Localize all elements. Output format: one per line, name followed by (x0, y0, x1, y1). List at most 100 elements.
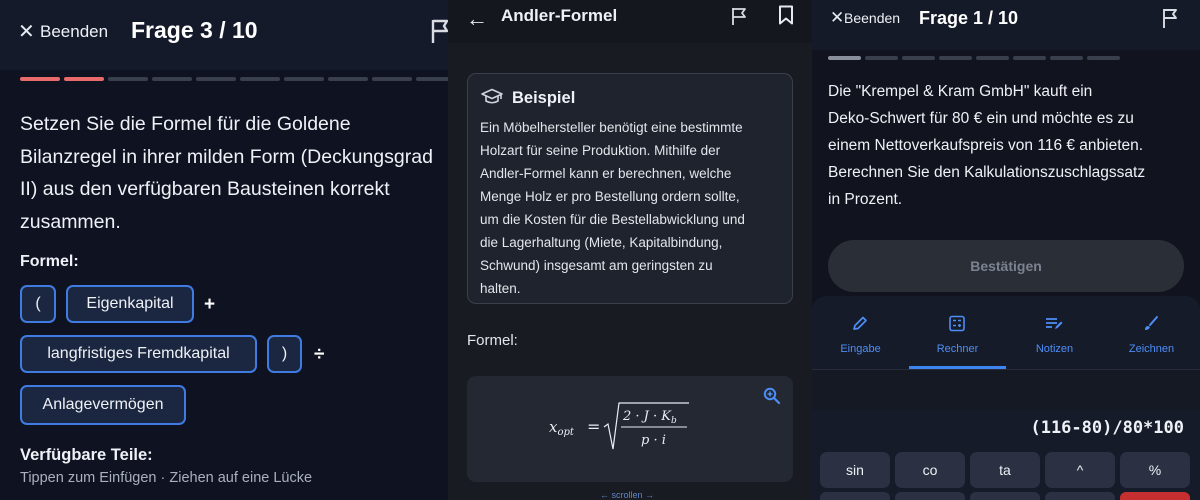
tab-label: Zeichnen (1128, 343, 1175, 355)
example-card: Beispiel Ein Möbelhersteller benötigt ei… (467, 73, 793, 304)
calc-key-percent[interactable]: % (1120, 452, 1190, 488)
question-line: Die "Krempel & Kram GmbH" kauft ein (828, 83, 1093, 100)
close-icon[interactable]: ✕ (18, 19, 35, 44)
progress-segment (328, 77, 368, 81)
back-arrow-icon[interactable]: ← (466, 6, 488, 32)
example-line: Holzart für seine Produktion. Mithilfe d… (480, 143, 721, 158)
formula-numerator-sub: b (671, 416, 677, 426)
progress-segment (902, 56, 935, 60)
calc-key-cos[interactable]: co (895, 452, 965, 488)
calc-key[interactable] (820, 492, 890, 500)
calculator-expression: (116-80)/80*100 (1030, 418, 1184, 438)
question-line: Setzen Sie die Formel für die Goldene (20, 113, 351, 135)
confirm-button[interactable]: Bestätigen (828, 240, 1184, 292)
tool-panel: Eingabe Rechner Notizen Zeichnen (116-80… (812, 296, 1200, 500)
svg-text:2 · J · Kb: 2 · J · Kb (622, 409, 677, 426)
progress-segment (284, 77, 324, 81)
flag-icon[interactable] (731, 6, 749, 26)
calc-key[interactable] (895, 492, 965, 500)
top-bar: ✕ Beenden Frage 1 / 10 (812, 0, 1200, 50)
formula-chip-eigenkapital[interactable]: Eigenkapital (66, 285, 194, 323)
tab-label: Notizen (1035, 343, 1074, 355)
formula-label: Formel: (20, 253, 79, 270)
progress-segment (1050, 56, 1083, 60)
progress-segment-done (64, 77, 104, 81)
andler-formula: xopt = 2 · J · Kb p · i (549, 402, 689, 450)
progress-segment (939, 56, 972, 60)
bookmark-icon[interactable] (778, 5, 794, 25)
formula-lhs-sub: opt (557, 427, 574, 438)
exit-button[interactable]: Beenden (40, 22, 108, 42)
tab-zeichnen[interactable]: Zeichnen (1103, 296, 1200, 368)
progress-segment (976, 56, 1009, 60)
progress-segment (196, 77, 236, 81)
question-panel-frage-1: ✕ Beenden Frage 1 / 10 Die "Krempel & Kr… (812, 0, 1200, 500)
progress-bar (828, 56, 1200, 60)
example-line: Menge Holz er pro Bestellung ordern soll… (480, 189, 740, 204)
page-title: Frage 1 / 10 (919, 8, 1019, 28)
progress-segment (372, 77, 412, 81)
progress-segment (1013, 56, 1046, 60)
pencil-icon (853, 316, 867, 330)
progress-segment (416, 77, 448, 81)
progress-segment-done (20, 77, 60, 81)
progress-segment (1087, 56, 1120, 60)
calc-key[interactable] (1045, 492, 1115, 500)
exit-button[interactable]: Beenden (844, 10, 900, 26)
svg-text:xopt: xopt (549, 418, 575, 438)
tab-notizen[interactable]: Notizen (1006, 296, 1103, 368)
progress-segment-done (828, 56, 861, 60)
formula-numerator: 2 · J · K (622, 409, 672, 424)
question-line: zusammen. (20, 210, 121, 233)
question-line: Bilanzregel in ihrer milden Form (Deckun… (20, 145, 433, 168)
example-line: um die Kosten für die Bestellabwicklung … (480, 212, 745, 227)
formula-chip-open-paren[interactable]: ( (20, 285, 56, 323)
example-line: halten. (480, 281, 521, 296)
tab-eingabe[interactable]: Eingabe (812, 296, 909, 368)
top-bar: ← Andler-Formel (448, 0, 812, 43)
operator-plus: + (204, 294, 216, 315)
calc-key-tan[interactable]: ta (970, 452, 1040, 488)
formula-label: Formel: (467, 332, 518, 349)
question-text: Setzen Sie die Formel für die Goldene Bi… (20, 108, 448, 238)
calc-key[interactable] (970, 492, 1040, 500)
page-title: Andler-Formel (501, 6, 618, 25)
flag-icon[interactable] (430, 18, 448, 44)
formula-chip-langfristiges-fremdkapital[interactable]: langfristiges Fremdkapital (20, 335, 257, 373)
formula-denominator: p · i (641, 433, 666, 448)
question-line: Deko-Schwert für 80 € ein und möchte es … (828, 110, 1134, 127)
tab-label: Rechner (936, 343, 979, 355)
close-icon[interactable]: ✕ (830, 8, 844, 28)
zoom-in-icon[interactable] (763, 387, 781, 405)
formula-box[interactable]: xopt = 2 · J · Kb p · i (467, 376, 793, 482)
progress-segment (865, 56, 898, 60)
formula-chip-anlagevermoegen[interactable]: Anlagevermögen (20, 385, 186, 425)
available-parts-hint: Tippen zum Einfügen · Ziehen auf eine Lü… (20, 470, 313, 486)
question-line: Berechnen Sie den Kalkulationszuschlagss… (828, 164, 1146, 181)
flag-icon[interactable] (1162, 7, 1180, 29)
calc-key-power[interactable]: ^ (1045, 452, 1115, 488)
brush-icon (1145, 316, 1158, 330)
question-line: II) aus den verfügbaren Bausteinen korre… (20, 178, 390, 200)
notes-icon (1046, 318, 1063, 329)
question-line: einem Nettoverkaufspreis von 116 € anbie… (828, 137, 1144, 154)
formula-detail-panel: ← Andler-Formel Beispiel Ein Möbelherste… (448, 0, 812, 500)
example-line: Ein Möbelhersteller benötigt eine bestim… (480, 120, 743, 135)
tab-rechner[interactable]: Rechner (909, 296, 1006, 368)
calculator-icon (949, 315, 965, 332)
formula-chip-close-paren[interactable]: ) (267, 335, 302, 373)
question-line: in Prozent. (828, 191, 903, 208)
equals-sign: = (587, 417, 600, 436)
example-line: die Lagerhaltung (Miete, Kapitalbindung, (480, 235, 723, 250)
example-line: Andler-Formel kann er berechnen, welche (480, 166, 732, 181)
operator-divide: ÷ (314, 344, 325, 365)
example-text: Ein Möbelhersteller benötigt eine bestim… (480, 116, 788, 300)
available-parts-heading: Verfügbare Teile: (20, 446, 153, 464)
calc-key-clear[interactable] (1120, 492, 1190, 500)
calc-key-sin[interactable]: sin (820, 452, 890, 488)
question-text: Die "Krempel & Kram GmbH" kauft ein Deko… (828, 78, 1194, 213)
example-title: Beispiel (512, 89, 576, 107)
scroll-hint: ← scrollen → (600, 490, 655, 500)
graduation-cap-icon (481, 88, 503, 104)
calculator-display (812, 370, 1200, 410)
